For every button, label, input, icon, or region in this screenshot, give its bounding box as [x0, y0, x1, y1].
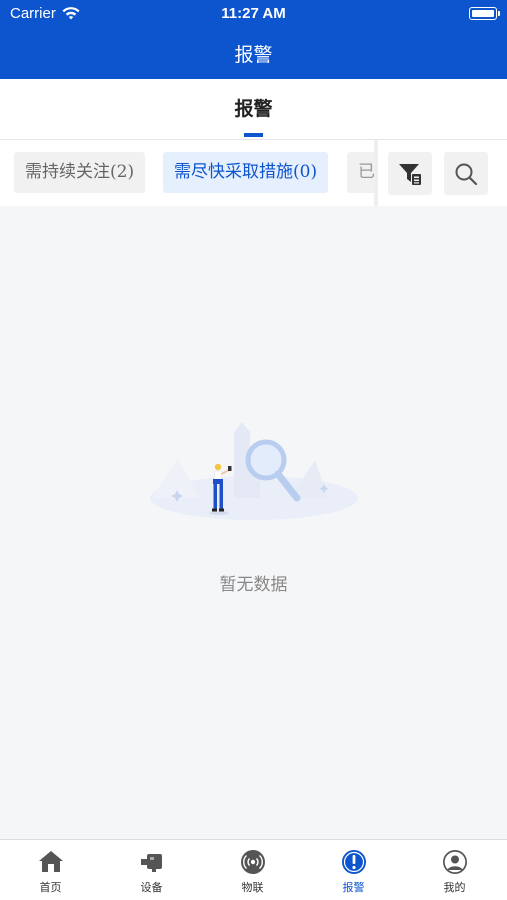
home-icon: [39, 851, 63, 872]
divider: [374, 140, 378, 206]
tab-label: 首页: [39, 881, 62, 894]
profile-icon: [443, 850, 467, 874]
tab-indicator: [244, 133, 263, 137]
filter-chip-list[interactable]: 需持续关注(2) 需尽快采取措施(0) 已: [0, 140, 374, 206]
nav-title: 报警: [234, 44, 273, 66]
search-button[interactable]: [444, 152, 488, 195]
filter-chip-urgent-action[interactable]: 需尽快采取措施(0): [163, 152, 329, 193]
tab-alarm[interactable]: 报警: [0, 94, 507, 121]
tab-label: 物联: [241, 881, 264, 894]
iot-signal-icon: [241, 850, 265, 874]
tab-device[interactable]: 设备: [101, 840, 202, 900]
battery-icon: [469, 7, 500, 20]
empty-state-illustration: [150, 422, 358, 520]
navigation-bar: 报警: [0, 28, 507, 79]
empty-state-message: 暂无数据: [219, 575, 288, 595]
clock: 11:27 AM: [221, 5, 286, 22]
filter-chip-handled[interactable]: 已: [347, 152, 374, 193]
tab-alarm-bottom[interactable]: 报警: [303, 840, 404, 900]
filter-button[interactable]: [388, 152, 432, 195]
search-icon: [455, 163, 478, 186]
alarm-icon: [342, 850, 366, 874]
tab-label: 设备: [140, 881, 163, 894]
tab-iot[interactable]: 物联: [202, 840, 303, 900]
filter-chip-continuous-attention[interactable]: 需持续关注(2): [14, 152, 146, 193]
tab-label: 报警: [342, 881, 365, 894]
filter-icon: [399, 164, 421, 185]
tab-header: 报警: [0, 79, 507, 140]
tab-profile[interactable]: 我的: [404, 840, 505, 900]
device-icon: [141, 854, 162, 872]
tab-label: 我的: [443, 881, 466, 894]
bottom-tab-bar: 首页 设备 物联 报警 我的: [0, 839, 507, 900]
tab-home[interactable]: 首页: [0, 840, 101, 900]
filter-row: 需持续关注(2) 需尽快采取措施(0) 已: [0, 140, 507, 206]
status-bar: Carrier 11:27 AM: [0, 0, 507, 28]
